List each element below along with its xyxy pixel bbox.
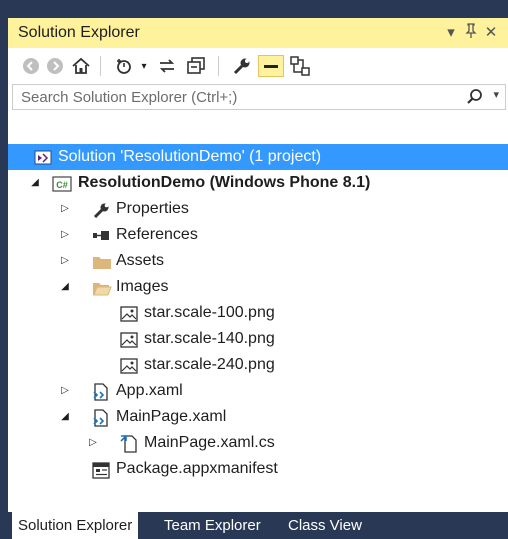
- toolbar-separator: [218, 56, 219, 76]
- tree-item-label: Assets: [116, 252, 165, 269]
- tree-item-label: star.scale-240.png: [144, 356, 275, 373]
- image-file-icon: [120, 331, 138, 348]
- search-icon[interactable]: [467, 88, 483, 111]
- csharp-file-icon: [120, 435, 138, 453]
- forward-icon[interactable]: [44, 55, 66, 77]
- auto-hide-pin-icon[interactable]: [462, 23, 480, 43]
- collapse-all-icon[interactable]: [184, 55, 208, 77]
- tree-item-label: App.xaml: [116, 382, 183, 399]
- tab-team-explorer[interactable]: Team Explorer: [158, 512, 267, 539]
- search-options-dropdown-icon[interactable]: ▾: [493, 88, 499, 101]
- image-file-icon: [120, 357, 138, 374]
- tree-item-image-file[interactable]: star.scale-240.png: [8, 352, 508, 378]
- tree-item-assets[interactable]: ▷ Assets: [8, 248, 508, 274]
- tree-item-label: Images: [116, 278, 169, 295]
- expand-arrow-icon[interactable]: ▷: [58, 378, 72, 404]
- tree-item-references[interactable]: ▷ References: [8, 222, 508, 248]
- tree-item-label: star.scale-100.png: [144, 304, 275, 321]
- tree-item-label: MainPage.xaml.cs: [144, 434, 275, 451]
- tree-item-mainpage-cs[interactable]: ▷ MainPage.xaml.cs: [8, 430, 508, 456]
- manifest-icon: [92, 461, 110, 479]
- tab-solution-explorer[interactable]: Solution Explorer: [12, 512, 139, 539]
- collapse-arrow-icon[interactable]: ◢: [28, 170, 42, 196]
- search-box[interactable]: Search Solution Explorer (Ctrl+;) ▾: [12, 84, 506, 110]
- image-file-icon: [120, 305, 138, 322]
- xaml-file-icon: [92, 383, 110, 401]
- tab-class-view[interactable]: Class View: [282, 512, 368, 539]
- pending-changes-filter-icon[interactable]: [112, 55, 136, 77]
- references-icon: [92, 227, 110, 243]
- xaml-file-icon: [92, 409, 110, 427]
- tree-item-label: Package.appxmanifest: [116, 460, 278, 477]
- svg-text:C#: C#: [56, 180, 68, 190]
- tree-item-label: Properties: [116, 200, 189, 217]
- close-icon[interactable]: ✕: [482, 23, 500, 41]
- solution-icon: [34, 149, 52, 165]
- tree-item-solution[interactable]: Solution 'ResolutionDemo' (1 project): [8, 144, 508, 170]
- solution-explorer-panel: Solution Explorer ▾ ✕ ▾ Search Solution …: [8, 18, 508, 539]
- toolbar: ▾: [8, 48, 508, 82]
- tree-item-images[interactable]: ◢ Images: [8, 274, 508, 300]
- window-frame: Solution Explorer ▾ ✕ ▾ Search Solution …: [0, 0, 508, 539]
- expand-arrow-icon[interactable]: ▷: [86, 430, 100, 456]
- collapse-arrow-icon[interactable]: ◢: [58, 274, 72, 300]
- preview-selected-icon[interactable]: [258, 55, 284, 77]
- folder-open-icon: [92, 279, 112, 296]
- tree-item-label: References: [116, 226, 198, 243]
- wrench-icon: [92, 201, 110, 219]
- tree-item-label: MainPage.xaml: [116, 408, 227, 425]
- tree-item-image-file[interactable]: star.scale-100.png: [8, 300, 508, 326]
- properties-icon[interactable]: [230, 55, 254, 77]
- tree-item-label: star.scale-140.png: [144, 330, 275, 347]
- tree-item-label: ResolutionDemo (Windows Phone 8.1): [78, 174, 371, 191]
- tree-item-app-xaml[interactable]: ▷ App.xaml: [8, 378, 508, 404]
- class-diagram-icon[interactable]: [288, 55, 312, 77]
- tree-item-project[interactable]: ◢ C# ResolutionDemo (Windows Phone 8.1): [8, 170, 508, 196]
- tool-window-tab-strip: Solution Explorer Team Explorer Class Vi…: [8, 512, 508, 539]
- search-placeholder: Search Solution Explorer (Ctrl+;): [21, 89, 238, 106]
- folder-icon: [92, 253, 111, 269]
- collapse-arrow-icon[interactable]: ◢: [58, 404, 72, 430]
- sync-icon[interactable]: [156, 55, 178, 77]
- panel-title: Solution Explorer: [18, 24, 140, 41]
- expand-arrow-icon[interactable]: ▷: [58, 222, 72, 248]
- tree-item-label: Solution 'ResolutionDemo' (1 project): [58, 148, 322, 165]
- dropdown-icon[interactable]: ▾: [138, 55, 150, 77]
- back-icon[interactable]: [20, 55, 42, 77]
- tree-item-manifest[interactable]: Package.appxmanifest: [8, 456, 508, 482]
- window-position-dropdown-icon[interactable]: ▾: [442, 23, 460, 41]
- tree-item-image-file[interactable]: star.scale-140.png: [8, 326, 508, 352]
- tree-item-mainpage-xaml[interactable]: ◢ MainPage.xaml: [8, 404, 508, 430]
- expand-arrow-icon[interactable]: ▷: [58, 248, 72, 274]
- csharp-project-icon: C#: [52, 175, 72, 192]
- panel-title-bar[interactable]: Solution Explorer ▾ ✕: [8, 18, 508, 48]
- tree-item-properties[interactable]: ▷ Properties: [8, 196, 508, 222]
- home-icon[interactable]: [70, 55, 92, 77]
- toolbar-separator: [100, 56, 101, 76]
- expand-arrow-icon[interactable]: ▷: [58, 196, 72, 222]
